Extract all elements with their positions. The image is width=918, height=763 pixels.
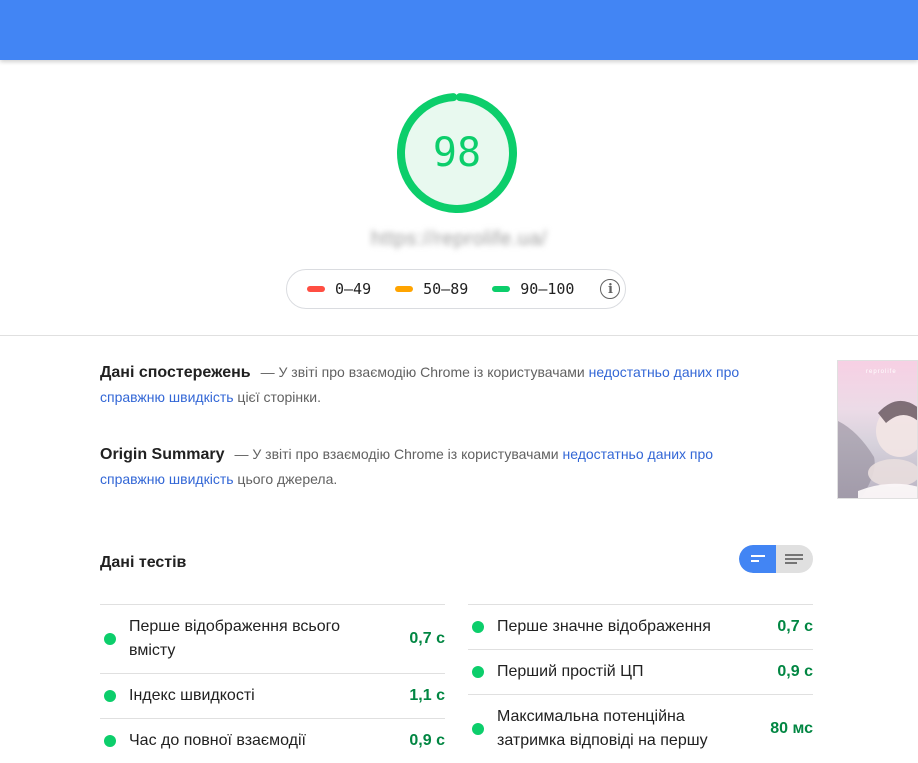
legend-label-average: 50–89 xyxy=(423,280,469,298)
compact-view-icon xyxy=(751,555,765,557)
metric-value: 80 мс xyxy=(770,720,813,737)
metrics-column-right: Перше значне відображення 0,7 с Перший п… xyxy=(468,604,813,763)
section-divider xyxy=(0,335,918,336)
metric-value: 0,9 с xyxy=(409,732,445,749)
view-toggle xyxy=(739,545,813,573)
legend-label-pass: 90–100 xyxy=(520,280,575,298)
metric-label: Перший простій ЦП xyxy=(497,663,644,680)
field-data-title: Дані спостережень xyxy=(100,364,251,381)
expanded-view-icon xyxy=(785,554,803,556)
legend-item-fail: 0–49 xyxy=(307,280,371,298)
info-icon[interactable]: i xyxy=(600,279,621,299)
metric-label: Перше значне відображення xyxy=(497,618,711,635)
origin-summary-section: Origin Summary — У звіті про взаємодію Ch… xyxy=(100,442,750,492)
metric-value: 1,1 с xyxy=(409,687,445,704)
expanded-view-icon-line xyxy=(785,558,803,560)
pass-dot-icon xyxy=(472,723,484,735)
metric-value: 0,7 с xyxy=(777,618,813,635)
pass-dot-icon xyxy=(104,735,116,747)
pass-bar-icon xyxy=(492,286,511,292)
thumbnail-image xyxy=(838,401,917,498)
origin-summary-text: У звіті про взаємодію Chrome із користув… xyxy=(252,446,559,462)
page-url[interactable]: https://reprolife.ua/ xyxy=(0,228,918,251)
origin-summary-title: Origin Summary xyxy=(100,446,225,463)
metric-label: Індекс швидкості xyxy=(129,687,255,704)
metric-value: 0,7 с xyxy=(409,630,445,647)
origin-summary-dash: — xyxy=(234,446,249,462)
compact-view-button[interactable] xyxy=(739,545,776,573)
field-data-section: Дані спостережень — У звіті про взаємодію… xyxy=(100,360,780,410)
page-screenshot-thumbnail[interactable]: reprolife xyxy=(837,360,918,499)
origin-summary-text-after: цього джерела. xyxy=(237,471,338,487)
legend-item-average: 50–89 xyxy=(395,280,468,298)
top-header-bar xyxy=(0,0,918,60)
field-data-dash: — xyxy=(260,364,275,380)
score-legend: 0–49 50–89 90–100 i xyxy=(286,269,626,309)
metric-row[interactable]: Час до повної взаємодії 0,9 с xyxy=(100,718,445,763)
metrics-column-left: Перше відображення всього вмісту 0,7 с І… xyxy=(100,604,445,763)
metric-row[interactable]: Індекс швидкості 1,1 с xyxy=(100,673,445,718)
metric-row[interactable]: Перше значне відображення 0,7 с xyxy=(468,604,813,649)
metric-row[interactable]: Перше відображення всього вмісту 0,7 с xyxy=(100,604,445,673)
compact-view-icon-line xyxy=(751,560,759,562)
metric-label: Перше відображення всього вмісту xyxy=(129,618,341,659)
average-bar-icon xyxy=(395,286,414,292)
metric-value: 0,9 с xyxy=(777,663,813,680)
metric-label: Максимальна потенційна затримка відповід… xyxy=(497,708,708,749)
lab-data-title: Дані тестів xyxy=(100,554,187,571)
metric-label: Час до повної взаємодії xyxy=(129,732,306,749)
score-gauge: 98 xyxy=(396,92,518,214)
pass-dot-icon xyxy=(472,666,484,678)
score-value: 98 xyxy=(432,130,482,176)
metric-row[interactable]: Максимальна потенційна затримка відповід… xyxy=(468,694,813,763)
field-data-text: У звіті про взаємодію Chrome із користув… xyxy=(278,364,585,380)
metric-row[interactable]: Перший простій ЦП 0,9 с xyxy=(468,649,813,694)
pass-dot-icon xyxy=(472,621,484,633)
expanded-view-icon-line xyxy=(785,562,797,564)
expanded-view-button[interactable] xyxy=(776,545,813,573)
pass-dot-icon xyxy=(104,690,116,702)
legend-item-pass: 90–100 xyxy=(492,280,574,298)
field-data-text-after: цієї сторінки. xyxy=(237,389,321,405)
pass-dot-icon xyxy=(104,633,116,645)
fail-bar-icon xyxy=(307,286,325,292)
legend-label-fail: 0–49 xyxy=(335,280,372,298)
